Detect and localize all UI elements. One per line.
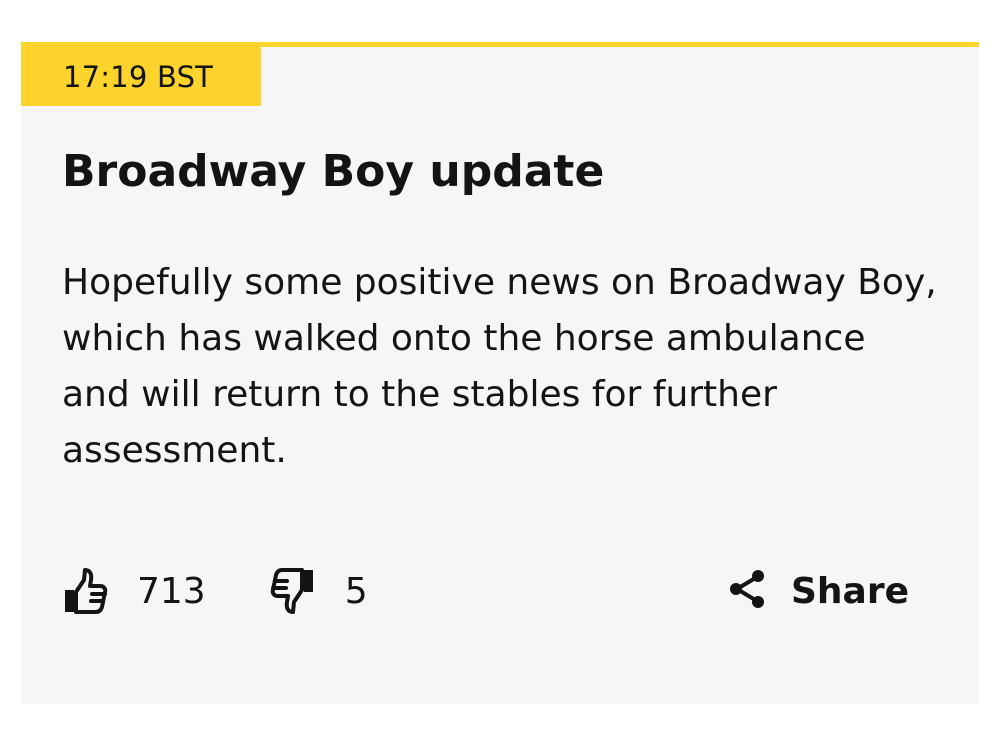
like-count: 713 — [137, 570, 206, 612]
reactions-bar: 713 5 — [62, 563, 368, 619]
share-icon — [727, 569, 767, 613]
dislike-count: 5 — [344, 570, 368, 612]
thumbs-down-icon — [270, 566, 316, 616]
thumbs-up-icon — [62, 566, 108, 616]
dislike-button[interactable]: 5 — [270, 566, 368, 616]
post-body: Hopefully some positive news on Broadway… — [62, 262, 937, 471]
live-post-card: 17:19 BST Broadway Boy update Hopefully … — [21, 42, 979, 704]
post-timestamp: 17:19 BST — [21, 47, 261, 106]
post-headline: Broadway Boy update — [62, 146, 605, 197]
share-label: Share — [791, 570, 910, 612]
share-button[interactable]: Share — [727, 563, 909, 619]
like-button[interactable]: 713 — [62, 566, 206, 616]
